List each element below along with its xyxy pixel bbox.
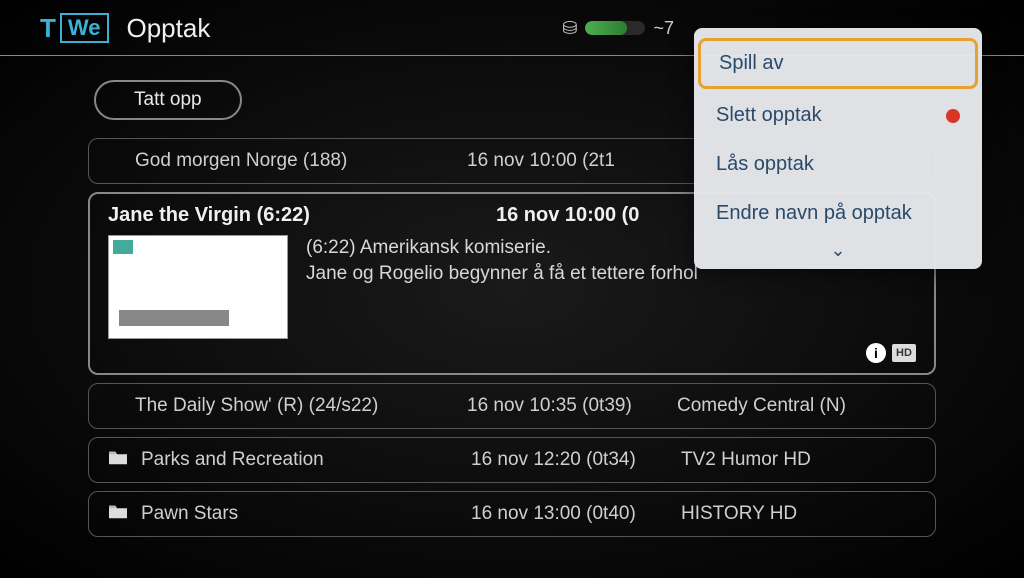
recording-title: The Daily Show' (R) (24/s22) [107, 395, 467, 417]
folder-icon [107, 502, 131, 526]
context-menu: Spill av Slett opptak Lås opptak Endre n… [694, 28, 982, 269]
recording-time: 16 nov 12:20 (0t34) [471, 449, 681, 471]
menu-item-lock[interactable]: Lås opptak [694, 140, 982, 189]
recording-row[interactable]: The Daily Show' (R) (24/s22) 16 nov 10:3… [88, 383, 936, 429]
disk-icon: ⛁ [562, 18, 577, 39]
recording-time: 16 nov 10:35 (0t39) [467, 395, 677, 417]
recording-row[interactable]: Pawn Stars 16 nov 13:00 (0t40) HISTORY H… [88, 491, 936, 537]
tab-recorded[interactable]: Tatt opp [94, 80, 242, 120]
record-dot-icon [946, 109, 960, 123]
recording-channel: TV2 Humor HD [681, 449, 917, 471]
logo-text-2: We [60, 13, 109, 43]
page-title: Opptak [127, 13, 211, 44]
menu-item-delete[interactable]: Slett opptak [694, 91, 982, 140]
recording-time: 16 nov 10:00 (2t1 [467, 150, 677, 172]
recording-title: Jane the Virgin (6:22) [108, 204, 496, 227]
recording-channel: Comedy Central (N) [677, 395, 917, 417]
chevron-down-icon[interactable]: ⌄ [694, 238, 982, 261]
hd-badge: HD [892, 344, 916, 362]
capacity-text: ~7 [653, 18, 674, 39]
recording-time: 16 nov 10:00 (0 [496, 204, 706, 227]
app-logo: T We [40, 13, 109, 44]
recording-channel: HISTORY HD [681, 503, 917, 525]
recording-row[interactable]: Parks and Recreation 16 nov 12:20 (0t34)… [88, 437, 936, 483]
recording-title: God morgen Norge (188) [107, 150, 467, 172]
logo-text-1: T [40, 13, 56, 44]
recording-time: 16 nov 13:00 (0t40) [471, 503, 681, 525]
recording-thumbnail [108, 235, 288, 339]
storage-indicator: ⛁ ~7 [562, 18, 674, 39]
capacity-bar [585, 21, 645, 35]
recording-title: Parks and Recreation [141, 449, 471, 471]
recording-title: Pawn Stars [141, 503, 471, 525]
menu-item-rename[interactable]: Endre navn på opptak [694, 189, 982, 238]
menu-item-play[interactable]: Spill av [698, 38, 978, 89]
folder-icon [107, 448, 131, 472]
info-icon[interactable]: i [866, 343, 886, 363]
